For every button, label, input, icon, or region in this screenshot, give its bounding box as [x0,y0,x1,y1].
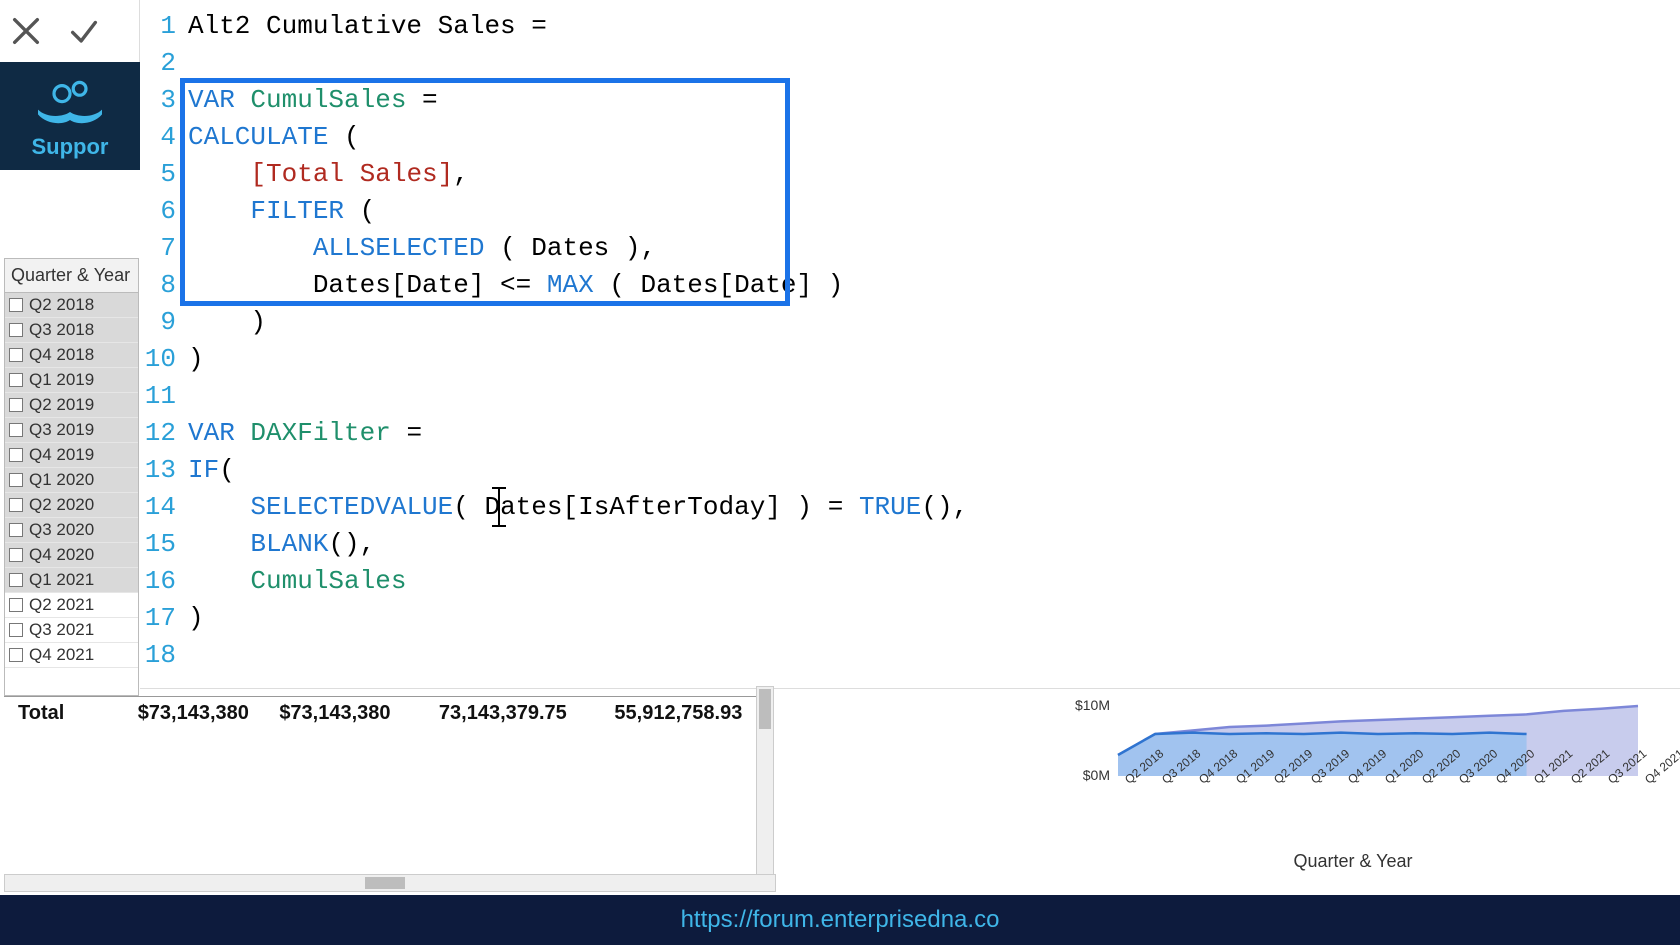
checkbox-icon [9,298,23,312]
checkbox-icon [9,598,23,612]
checkbox-icon [9,523,23,537]
footer-bar: https://forum.enterprisedna.co [0,895,1680,945]
cumulative-area-chart[interactable]: $10M $0M Q2 2018Q3 2018Q4 2018Q1 2019Q2 2… [1058,686,1648,856]
totals-c4: 55,912,758.93 [614,702,774,725]
hands-gears-icon [30,74,110,134]
svg-text:$10M: $10M [1075,697,1110,713]
slicer-item[interactable]: Q4 2021 [5,643,138,668]
slicer-item-label: Q4 2019 [29,445,94,465]
slicer-item[interactable]: Q1 2020 [5,468,138,493]
slicer-item-label: Q3 2020 [29,520,94,540]
checkbox-icon [9,398,23,412]
line-number-gutter: 123456789101112131415161718 [140,0,182,688]
totals-row: Total $73,143,380 $73,143,380 73,143,379… [4,696,774,730]
checkbox-icon [9,323,23,337]
totals-c2: $73,143,380 [279,702,439,725]
cancel-formula-button[interactable] [6,11,46,51]
slicer-item[interactable]: Q2 2020 [5,493,138,518]
slicer-item[interactable]: Q2 2018 [5,293,138,318]
slicer-item-label: Q1 2019 [29,370,94,390]
checkbox-icon [9,573,23,587]
slicer-item-label: Q3 2021 [29,620,94,640]
table-horizontal-scrollbar[interactable] [4,874,776,892]
slicer-item-label: Q2 2020 [29,495,94,515]
slicer-item-label: Q4 2021 [29,645,94,665]
table-vertical-scrollbar[interactable] [756,686,774,876]
slicer-item[interactable]: Q2 2021 [5,593,138,618]
slicer-item[interactable]: Q3 2020 [5,518,138,543]
svg-text:$0M: $0M [1083,767,1110,783]
dax-formula-editor[interactable]: 123456789101112131415161718 Alt2 Cumulat… [140,0,1680,688]
slicer-item[interactable]: Q4 2019 [5,443,138,468]
slicer-item[interactable]: Q4 2018 [5,343,138,368]
slicer-item[interactable]: Q2 2019 [5,393,138,418]
checkbox-icon [9,648,23,662]
totals-c1: $73,143,380 [138,702,280,725]
checkbox-icon [9,423,23,437]
checkbox-icon [9,448,23,462]
totals-c3: 73,143,379.75 [439,702,615,725]
slicer-item[interactable]: Q1 2021 [5,568,138,593]
commit-formula-button[interactable] [64,11,104,51]
checkbox-icon [9,348,23,362]
totals-label: Total [4,702,138,725]
checkbox-icon [9,498,23,512]
slicer-item[interactable]: Q3 2021 [5,618,138,643]
chart-axis-title: Quarter & Year [1058,851,1648,872]
support-label: Suppor [32,134,109,160]
slicer-item[interactable]: Q3 2018 [5,318,138,343]
slicer-item[interactable]: Q1 2019 [5,368,138,393]
quarter-year-slicer[interactable]: Quarter & Year Q2 2018 Q3 2018 Q4 2018 Q1 2… [4,258,139,696]
slicer-item[interactable]: Q3 2019 [5,418,138,443]
slicer-item-label: Q3 2018 [29,320,94,340]
checkbox-icon [9,548,23,562]
code-area[interactable]: Alt2 Cumulative Sales =VAR CumulSales =C… [188,8,1670,674]
slicer-item-label: Q3 2019 [29,420,94,440]
slicer-item-label: Q4 2018 [29,345,94,365]
checkbox-icon [9,623,23,637]
slicer-item-label: Q2 2021 [29,595,94,615]
slicer-item-label: Q4 2020 [29,545,94,565]
slicer-item-label: Q2 2019 [29,395,94,415]
slicer-header: Quarter & Year [5,259,138,293]
slicer-item-label: Q1 2021 [29,570,94,590]
forum-link[interactable]: https://forum.enterprisedna.co [681,906,1000,934]
checkbox-icon [9,373,23,387]
text-caret [498,487,500,527]
slicer-item[interactable]: Q4 2020 [5,543,138,568]
support-logo: Suppor [0,62,140,170]
slicer-item-label: Q2 2018 [29,295,94,315]
slicer-item-label: Q1 2020 [29,470,94,490]
checkbox-icon [9,473,23,487]
chart-x-labels: Q2 2018Q3 2018Q4 2018Q1 2019Q2 2019Q3 20… [1122,776,1642,816]
